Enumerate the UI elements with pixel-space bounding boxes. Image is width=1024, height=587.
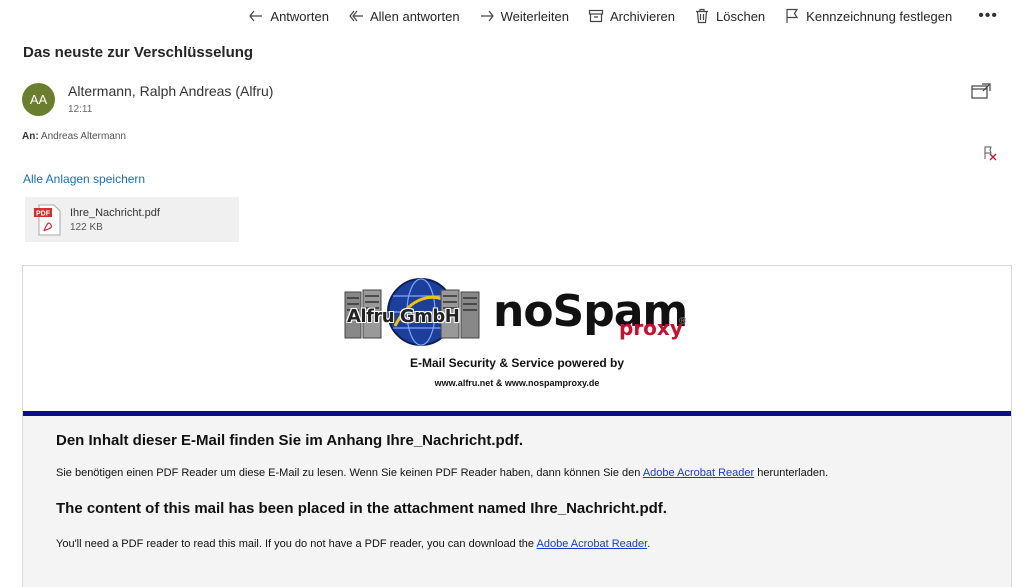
urls-text: www.alfru.net & www.nospamproxy.de xyxy=(434,378,600,388)
open-in-new-window-icon[interactable] xyxy=(971,83,991,99)
proxy-logo-text: proxy xyxy=(619,316,683,340)
paragraph-english-end: . xyxy=(647,538,651,550)
attachment-name: Ihre_Nachricht.pdf xyxy=(70,206,160,219)
svg-text:PDF: PDF xyxy=(36,210,51,217)
command-toolbar: Antworten Allen antworten Weiterleiten A… xyxy=(229,0,1024,32)
attachment-size: 122 KB xyxy=(70,221,103,233)
to-label: An: xyxy=(22,131,39,142)
recipient-line: An: Andreas Altermann xyxy=(22,131,126,142)
delete-label: Löschen xyxy=(716,8,766,24)
paragraph-german-text: Sie benötigen einen PDF Reader um diese … xyxy=(56,467,643,479)
message-content: Den Inhalt dieser E-Mail finden Sie im A… xyxy=(23,416,1011,587)
heading-english: The content of this mail has been placed… xyxy=(56,500,667,517)
attachment-item[interactable]: PDF Ihre_Nachricht.pdf 122 KB xyxy=(25,197,239,242)
pdf-file-icon: PDF xyxy=(34,204,61,235)
save-all-attachments-link[interactable]: Alle Anlagen speichern xyxy=(23,172,145,186)
powered-by-text: E-Mail Security & Service powered by xyxy=(409,356,625,370)
registered-mark: ® xyxy=(679,316,687,327)
adobe-reader-link-german[interactable]: Adobe Acrobat Reader xyxy=(643,467,754,479)
message-body: Alfru GmbH noSpam proxy ® E-Mail Securit… xyxy=(22,265,1012,587)
flag-icon xyxy=(786,8,799,23)
flag-label: Kennzeichnung festlegen xyxy=(806,8,953,24)
reply-all-label: Allen antworten xyxy=(369,8,460,24)
reply-all-button[interactable]: Allen antworten xyxy=(348,8,460,24)
delete-button[interactable]: Löschen xyxy=(694,8,765,24)
paragraph-german-end: herunterladen. xyxy=(754,467,829,479)
banner: Alfru GmbH noSpam proxy ® E-Mail Securit… xyxy=(23,266,1011,416)
sender-avatar[interactable]: AA xyxy=(22,83,55,116)
trash-icon xyxy=(696,8,709,24)
reply-button[interactable]: Antworten xyxy=(248,8,329,24)
forward-label: Weiterleiten xyxy=(500,8,569,24)
reply-all-icon xyxy=(349,10,363,22)
adobe-reader-link-english[interactable]: Adobe Acrobat Reader xyxy=(537,538,648,550)
reply-label: Antworten xyxy=(270,8,329,24)
archive-label: Archivieren xyxy=(609,8,676,24)
logo: Alfru GmbH noSpam proxy ® xyxy=(343,274,703,354)
sender-name[interactable]: Altermann, Ralph Andreas (Alfru) xyxy=(68,83,273,99)
reply-icon xyxy=(249,10,263,22)
paragraph-german: Sie benötigen einen PDF Reader um diese … xyxy=(56,467,828,479)
message-time: 12:11 xyxy=(68,104,93,115)
forward-icon xyxy=(480,10,494,22)
archive-button[interactable]: Archivieren xyxy=(588,8,675,24)
recipient-name[interactable]: Andreas Altermann xyxy=(41,131,126,142)
paragraph-english: You'll need a PDF reader to read this ma… xyxy=(56,538,650,550)
forward-button[interactable]: Weiterleiten xyxy=(479,8,569,24)
heading-german: Den Inhalt dieser E-Mail finden Sie im A… xyxy=(56,432,524,449)
archive-icon xyxy=(588,9,604,23)
security-warning-icon[interactable] xyxy=(982,145,998,161)
flag-button[interactable]: Kennzeichnung festlegen xyxy=(784,8,952,24)
more-options-button[interactable]: ••• xyxy=(978,7,998,25)
alfru-logo-text: Alfru GmbH xyxy=(347,306,460,327)
message-subject: Das neuste zur Verschlüsselung xyxy=(23,44,254,61)
paragraph-english-text: You'll need a PDF reader to read this ma… xyxy=(56,538,537,550)
